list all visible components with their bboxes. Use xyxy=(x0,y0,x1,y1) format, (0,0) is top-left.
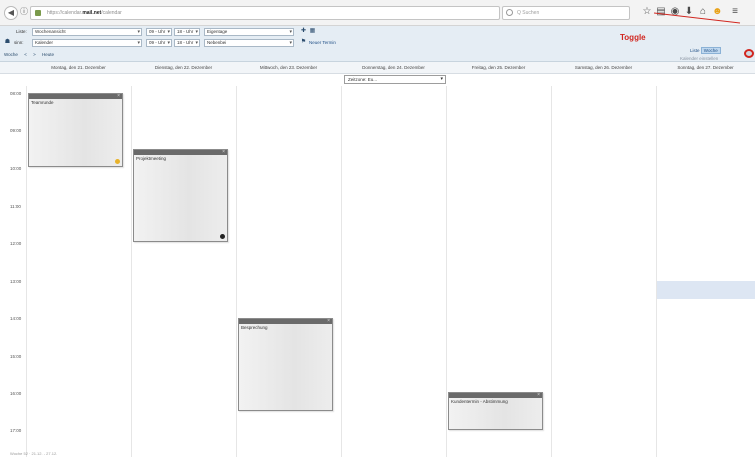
time-label: 13:00 xyxy=(10,279,22,284)
day-header-wed[interactable]: Mittwoch, den 23. Dezember xyxy=(236,62,341,74)
to-time-select[interactable]: 18 - Uhr xyxy=(174,28,200,36)
settings-link[interactable]: Kalender einstellen xyxy=(680,56,718,61)
browser-search-input[interactable]: Q Suchen xyxy=(502,6,630,20)
time-label: 14:00 xyxy=(10,316,22,321)
view-label: Liste: xyxy=(16,29,27,34)
from-time-select[interactable]: 09 - Uhr xyxy=(146,28,172,36)
time-label: 11:00 xyxy=(10,204,21,209)
search-icon xyxy=(506,9,513,16)
browser-toolbar: ◀ ⓘ https://calendar.mail.net/calendar ↻… xyxy=(0,0,755,26)
user-icon: ☗ xyxy=(4,39,11,45)
end-time-select[interactable]: 18 - Uhr xyxy=(174,39,200,47)
column-divider xyxy=(551,86,552,457)
back-icon[interactable]: ◀ xyxy=(4,6,18,20)
view-controls: Liste Woche xyxy=(690,47,721,54)
close-icon[interactable]: × xyxy=(537,392,540,398)
week-navigation: Woche < > Heute xyxy=(4,50,59,59)
column-divider xyxy=(656,86,657,457)
column-divider xyxy=(446,86,447,457)
toggle-arrow-annotation xyxy=(654,12,741,24)
day-header-sun[interactable]: Sonntag, den 27. Dezember xyxy=(656,62,755,74)
close-icon[interactable]: × xyxy=(222,149,225,155)
user-calendar-select[interactable]: Kalender xyxy=(32,39,142,47)
event-title: Kundentermin - Abstimmung xyxy=(451,399,508,404)
close-icon[interactable]: × xyxy=(117,93,120,99)
list-view-button[interactable]: Liste xyxy=(690,48,700,53)
column-divider xyxy=(131,86,132,457)
refresh-icon[interactable]: ✚ xyxy=(300,28,307,35)
address-bar[interactable]: https://calendar.mail.net/calendar ↻ xyxy=(30,6,500,20)
add-event-icon[interactable]: ⚑ xyxy=(300,39,307,46)
event-title: Besprechung xyxy=(241,325,268,330)
calendar-event[interactable]: × Besprechung xyxy=(238,318,333,411)
event-title: Teamrunde xyxy=(31,100,54,105)
day-header-sat[interactable]: Samstag, den 26. Dezember xyxy=(551,62,656,74)
next-week-button[interactable]: > xyxy=(33,50,36,59)
time-label: 09:00 xyxy=(10,128,22,133)
time-label: 12:00 xyxy=(10,241,22,246)
lock-icon xyxy=(35,10,41,16)
event-header: × xyxy=(449,392,542,398)
toolbar-row-3: Woche < > Heute xyxy=(0,49,755,60)
calendar-toolbar: Liste: Wochenansicht 09 - Uhr 18 - Uhr E… xyxy=(0,26,755,62)
site-info-icon[interactable]: ⓘ xyxy=(20,6,28,20)
column-divider xyxy=(341,86,342,457)
add-event-link[interactable]: Neuer Termin xyxy=(309,38,336,47)
prev-week-button[interactable]: < xyxy=(24,50,27,59)
timezone-select[interactable]: Zeitzone: Eu... xyxy=(344,75,446,84)
footer-text: Woche 52 · 21.12. - 27.12. xyxy=(10,451,58,456)
status-icon xyxy=(115,159,120,164)
status-icon xyxy=(220,234,225,239)
group-select[interactable]: Nebenbei xyxy=(204,39,294,47)
today-button[interactable]: Heute xyxy=(42,50,54,59)
day-header-thu[interactable]: Donnerstag, den 24. Dezember xyxy=(341,62,446,74)
calendar-event[interactable]: × Projektmeeting xyxy=(133,149,228,242)
day-header-fri[interactable]: Freitag, den 25. Dezember xyxy=(446,62,551,74)
url-domain: mail.net xyxy=(82,10,102,16)
time-label: 10:00 xyxy=(10,166,22,171)
week-view-button[interactable]: Woche xyxy=(4,50,18,59)
event-header: × xyxy=(29,93,122,99)
close-icon[interactable]: × xyxy=(327,318,330,324)
event-title: Projektmeeting xyxy=(136,156,167,161)
column-divider xyxy=(26,86,27,457)
start-time-select[interactable]: 09 - Uhr xyxy=(146,39,172,47)
column-divider xyxy=(236,86,237,457)
event-header: × xyxy=(134,149,227,155)
time-label: 08:00 xyxy=(10,91,22,96)
day-header-row: Montag, den 21. Dezember Dienstag, den 2… xyxy=(0,62,755,74)
url-suffix: /calendar xyxy=(101,10,122,16)
event-header: × xyxy=(239,318,332,324)
search-placeholder: Q Suchen xyxy=(517,10,540,16)
current-time-highlight xyxy=(657,281,755,299)
print-icon[interactable]: ▦ xyxy=(309,28,316,35)
type-select[interactable]: Eigentage xyxy=(204,28,294,36)
calendar-event[interactable]: × Kundentermin - Abstimmung xyxy=(448,392,543,430)
week-view-toggle[interactable]: Woche xyxy=(700,47,721,54)
time-label: 17:00 xyxy=(10,428,22,433)
toggle-button[interactable] xyxy=(744,49,754,58)
day-header-mon[interactable]: Montag, den 21. Dezember xyxy=(26,62,131,74)
star-icon[interactable]: ☆ xyxy=(642,7,652,17)
calendar-event[interactable]: × Teamrunde xyxy=(28,93,123,167)
time-label: 15:00 xyxy=(10,354,22,359)
toggle-annotation: Toggle xyxy=(620,33,646,42)
day-header-tue[interactable]: Dienstag, den 22. Dezember xyxy=(131,62,236,74)
user-label: sinn: xyxy=(14,40,24,45)
url-prefix: https://calendar. xyxy=(47,10,83,16)
calendar-select[interactable]: Wochenansicht xyxy=(32,28,142,36)
time-label: 16:00 xyxy=(10,391,22,396)
